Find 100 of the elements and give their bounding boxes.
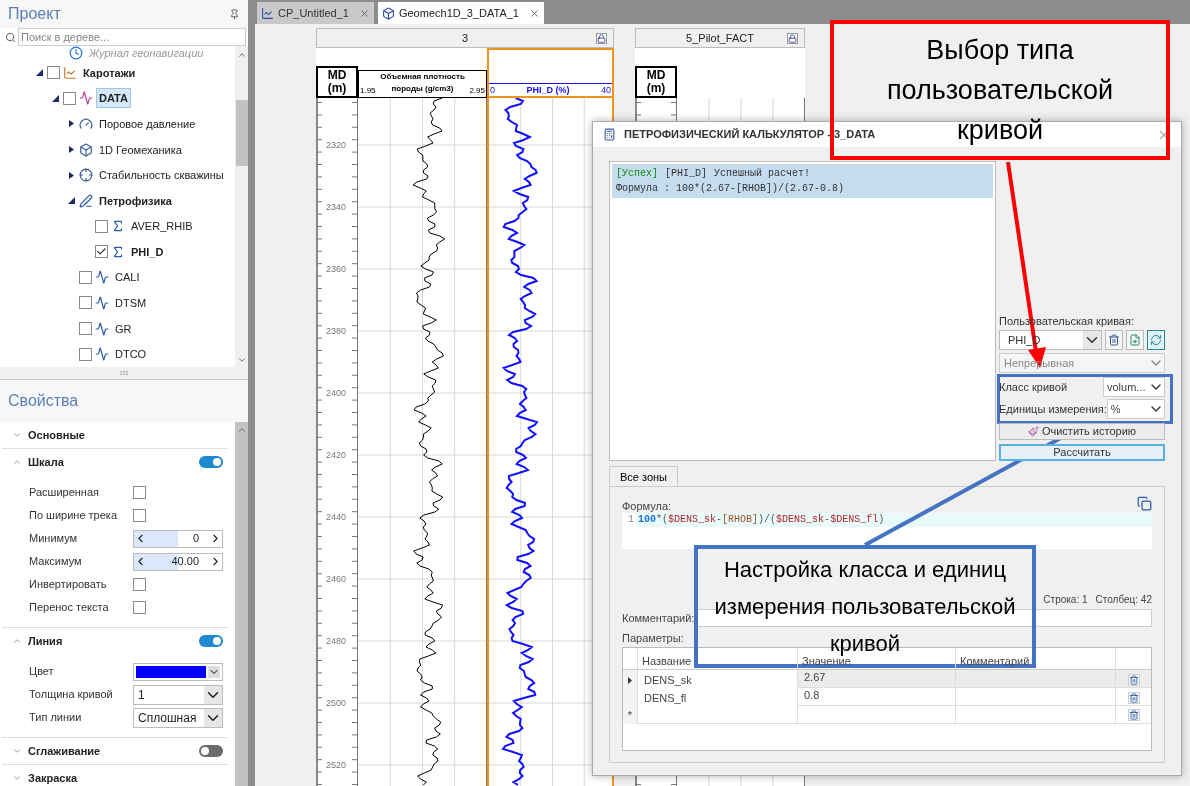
- delete-row-icon[interactable]: [1127, 709, 1140, 721]
- brush-icon: [1027, 426, 1039, 437]
- scroll-up-icon[interactable]: [236, 50, 247, 60]
- table-row[interactable]: DENS_fl 0.8: [623, 688, 1151, 706]
- tree-item[interactable]: GR: [112, 318, 135, 339]
- tree-item[interactable]: Поровое давление: [96, 113, 199, 134]
- document-tab[interactable]: Geomech1D_3_DATA_1: [377, 2, 544, 24]
- field-label: Класс кривой: [999, 379, 1069, 395]
- cursor-column: Столбец: 42: [1095, 591, 1152, 607]
- toggle-switch[interactable]: [199, 456, 223, 468]
- pulse-icon: [95, 347, 109, 362]
- search-field[interactable]: Поиск в дереве...: [18, 28, 246, 46]
- delete-row-icon[interactable]: [1127, 674, 1140, 686]
- delete-button[interactable]: [1105, 330, 1123, 350]
- section-title[interactable]: Шкала: [28, 453, 193, 471]
- scale-min: 0: [490, 84, 495, 96]
- expand-arrow-icon[interactable]: [67, 197, 75, 205]
- toggle-switch[interactable]: [199, 745, 223, 757]
- pulse-icon: [95, 296, 109, 310]
- track-header[interactable]: 1.95 Объемная плотность породы (g/cm3) 2.95: [358, 70, 487, 98]
- sigma-icon: [111, 244, 125, 259]
- table-row[interactable]: DENS_sk 2.67: [623, 670, 1151, 688]
- checkbox[interactable]: [95, 219, 108, 233]
- checkbox[interactable]: [79, 270, 92, 284]
- panel-title: Проект: [8, 4, 62, 24]
- section-title[interactable]: Линия: [28, 632, 193, 650]
- section-title[interactable]: Сглаживание: [28, 742, 193, 760]
- expand-arrow-icon[interactable]: [51, 94, 59, 102]
- delete-row-icon[interactable]: [1127, 692, 1140, 704]
- property-label: Цвет: [29, 664, 55, 680]
- dropdown[interactable]: Сплошная: [133, 707, 223, 728]
- tree-item[interactable]: Каротажи: [80, 62, 139, 83]
- close-icon[interactable]: [529, 7, 540, 19]
- tree-item[interactable]: DATA: [96, 88, 131, 109]
- pin-icon[interactable]: [229, 8, 240, 20]
- tree-item[interactable]: 1D Геомеханика: [96, 139, 185, 160]
- table-cell: DENS_fl: [638, 688, 798, 708]
- collapse-icon[interactable]: [12, 457, 22, 467]
- checkbox[interactable]: [47, 66, 60, 80]
- expand-icon[interactable]: [12, 430, 22, 440]
- depth-label: 2520: [326, 760, 347, 770]
- lock-icon[interactable]: [596, 32, 607, 44]
- log-entry[interactable]: [Успех] [PHI_D] Успешный расчет! Формула : 100*(2.67-[RHOB])/(2.67-0.8): [612, 164, 993, 198]
- property-label: Толщина кривой: [29, 687, 114, 703]
- color-picker[interactable]: [133, 662, 223, 681]
- section-title[interactable]: Закраска: [28, 769, 227, 786]
- depth-label: 2480: [326, 636, 347, 646]
- number-spinner[interactable]: 0: [133, 529, 223, 548]
- expand-icon[interactable]: [12, 773, 22, 783]
- checkbox[interactable]: [133, 486, 146, 499]
- depth-header: MD (m): [316, 66, 358, 98]
- tree-item[interactable]: DTSM: [112, 293, 150, 313]
- expand-icon[interactable]: [12, 746, 22, 756]
- scroll-down-icon[interactable]: [236, 355, 247, 365]
- new-row-marker: *: [623, 706, 638, 724]
- field-dropdown[interactable]: %: [1106, 399, 1165, 419]
- comment-label: Комментарий:: [622, 610, 695, 626]
- checkbox[interactable]: [63, 91, 76, 105]
- expand-arrow-icon[interactable]: [67, 171, 75, 179]
- checkbox[interactable]: [133, 601, 146, 614]
- tree-item[interactable]: DTCO: [112, 344, 150, 365]
- checkbox[interactable]: [79, 347, 92, 361]
- expand-arrow-icon[interactable]: [67, 146, 75, 153]
- copy-icon[interactable]: [1137, 496, 1152, 511]
- checkbox[interactable]: [79, 296, 92, 310]
- toggle-switch[interactable]: [199, 635, 223, 647]
- pulse-icon: [79, 91, 93, 106]
- checkbox[interactable]: [95, 245, 108, 259]
- refresh-button[interactable]: [1147, 330, 1165, 350]
- section-title[interactable]: Основные: [28, 426, 227, 444]
- scale-max: 40: [600, 84, 611, 96]
- checkbox[interactable]: [133, 509, 146, 522]
- tree-item[interactable]: CALI: [112, 267, 143, 288]
- tree-item[interactable]: PHI_D: [128, 241, 167, 262]
- checkbox[interactable]: [133, 578, 146, 591]
- number-spinner[interactable]: 40.00: [133, 552, 223, 571]
- zone-tab[interactable]: Все зоны: [609, 466, 679, 486]
- collapse-icon[interactable]: [12, 636, 22, 646]
- scroll-up-icon[interactable]: [236, 425, 247, 435]
- formula-editor[interactable]: 1 100*($DENS_sk-[RHOB])/($DENS_sk-$DENS_fl): [622, 513, 1152, 549]
- field-dropdown[interactable]: volum...: [1103, 377, 1165, 397]
- cursor-row-text: Строка: 1: [1043, 592, 1088, 607]
- expand-arrow-icon[interactable]: [67, 120, 75, 128]
- tree-item[interactable]: Петрофизика: [96, 190, 175, 211]
- expand-arrow-icon[interactable]: [35, 69, 43, 77]
- add-button[interactable]: [1126, 330, 1144, 350]
- tree-item[interactable]: AVER_RHIB: [128, 216, 196, 237]
- tree-item[interactable]: Стабильность скважины: [96, 165, 227, 186]
- splitter-grip-icon[interactable]: [119, 368, 129, 378]
- document-tab[interactable]: CP_Untitled_1: [257, 2, 374, 24]
- dropdown[interactable]: 1: [133, 684, 223, 705]
- calculate-button[interactable]: Рассчитать: [999, 444, 1165, 461]
- scroll-thumb[interactable]: [235, 100, 248, 166]
- field-label: Единицы измерения:: [999, 401, 1107, 417]
- checkbox[interactable]: [79, 322, 92, 336]
- status-text: [Успех]: [616, 167, 658, 180]
- lock-icon[interactable]: [787, 32, 798, 44]
- clear-history-button[interactable]: Очистить историю: [999, 423, 1165, 440]
- curve-name-text: [PHI_D]: [665, 167, 708, 180]
- close-icon[interactable]: [358, 7, 370, 19]
